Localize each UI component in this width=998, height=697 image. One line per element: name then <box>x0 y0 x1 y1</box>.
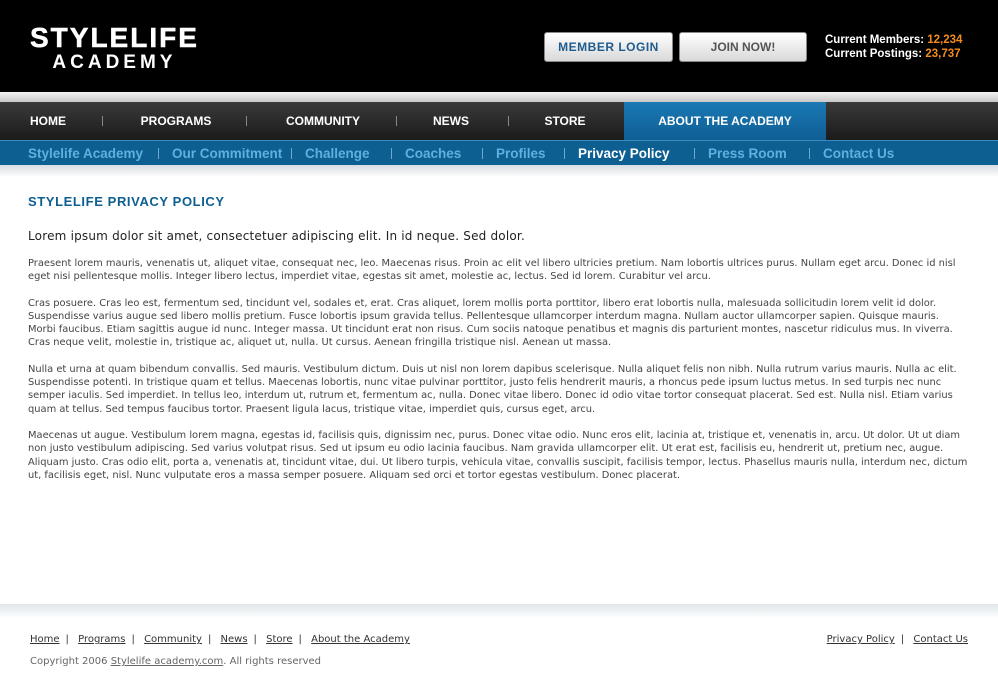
body-paragraph: Cras posuere. Cras leo est, fermentum se… <box>28 297 953 349</box>
nav-shadow <box>0 165 998 177</box>
copyright-suffix: . All rights reserved <box>223 656 322 667</box>
site-stats: Current Members: 12,234 Current Postings… <box>825 33 962 61</box>
site-logo[interactable]: STYLELIFE ACADEMY <box>30 22 199 73</box>
footer-nav: Home | Programs | Community | News | Store | … <box>30 634 410 645</box>
members-label: Current Members: <box>825 34 925 46</box>
postings-label: Current Postings: <box>825 48 923 60</box>
main-nav-separator <box>246 116 247 126</box>
copyright-prefix: Copyright 2006 <box>30 656 108 667</box>
footer-separator: | <box>253 634 257 645</box>
sub-nav-separator <box>564 148 565 159</box>
members-stat: Current Members: 12,234 <box>825 33 962 47</box>
sub-nav-profiles[interactable]: Profiles <box>496 141 546 165</box>
main-nav-about[interactable]: ABOUT THE ACADEMY <box>624 102 826 140</box>
main-nav-separator <box>102 116 103 126</box>
main-content: STYLELIFE PRIVACY POLICY Lorem ipsum dol… <box>28 194 968 482</box>
footer-separator: | <box>65 634 69 645</box>
main-nav-programs[interactable]: PROGRAMS <box>108 102 244 140</box>
footer-divider <box>0 604 998 618</box>
sub-nav-press-room[interactable]: Press Room <box>708 141 787 165</box>
copyright-link[interactable]: Stylelife academy.com <box>111 656 224 667</box>
main-nav-separator <box>508 116 509 126</box>
footer-separator: | <box>298 634 302 645</box>
sub-nav-challenge[interactable]: Challenge <box>305 141 370 165</box>
sub-nav-separator <box>694 148 695 159</box>
sub-nav-separator <box>809 148 810 159</box>
member-login-button[interactable]: MEMBER LOGIN <box>544 32 673 62</box>
postings-stat: Current Postings: 23,737 <box>825 47 962 61</box>
sub-nav-separator <box>158 148 159 159</box>
footer-link-store[interactable]: Store <box>266 634 292 645</box>
logo-line1: STYLELIFE <box>30 22 199 53</box>
site-header: STYLELIFE ACADEMY MEMBER LOGIN JOIN NOW!… <box>0 0 998 92</box>
footer-link-about[interactable]: About the Academy <box>311 634 410 645</box>
sub-nav: Stylelife Academy Our Commitment Challen… <box>0 140 998 165</box>
main-nav: HOME PROGRAMS COMMUNITY NEWS STORE ABOUT… <box>0 102 998 140</box>
footer-link-news[interactable]: News <box>221 634 248 645</box>
page-title: STYLELIFE PRIVACY POLICY <box>28 194 225 209</box>
footer-separator: | <box>207 634 212 645</box>
footer-link-contact-us[interactable]: Contact Us <box>913 634 968 645</box>
body-paragraph: Maecenas ut augue. Vestibulum lorem magn… <box>28 429 968 481</box>
body-paragraph: Nulla et urna at quam bibendum convallis… <box>28 363 957 415</box>
footer-separator: | <box>131 634 135 645</box>
footer-link-programs[interactable]: Programs <box>78 634 125 645</box>
sub-nav-stylelife-academy[interactable]: Stylelife Academy <box>28 141 143 165</box>
footer-right-nav: Privacy Policy | Contact Us <box>827 634 968 645</box>
main-nav-home[interactable]: HOME <box>0 102 96 140</box>
main-nav-store[interactable]: STORE <box>514 102 616 140</box>
main-nav-separator <box>396 116 397 126</box>
header-divider <box>0 92 998 102</box>
sub-nav-separator <box>482 148 483 159</box>
lead-text: Lorem ipsum dolor sit amet, consectetuer… <box>28 229 525 243</box>
members-value: 12,234 <box>927 34 963 46</box>
main-nav-news[interactable]: NEWS <box>402 102 500 140</box>
postings-value: 23,737 <box>925 48 961 60</box>
main-nav-community[interactable]: COMMUNITY <box>252 102 394 140</box>
sub-nav-separator <box>291 148 292 159</box>
footer-separator: | <box>900 634 905 645</box>
logo-line2: ACADEMY <box>52 52 177 73</box>
sub-nav-coaches[interactable]: Coaches <box>405 141 461 165</box>
sub-nav-separator <box>391 148 392 159</box>
footer-link-privacy-policy[interactable]: Privacy Policy <box>827 634 895 645</box>
sub-nav-contact-us[interactable]: Contact Us <box>823 141 894 165</box>
sub-nav-privacy-policy[interactable]: Privacy Policy <box>578 141 670 165</box>
body-paragraph: Praesent lorem mauris, venenatis ut, ali… <box>28 258 956 283</box>
copyright: Copyright 2006 Stylelife academy.com. Al… <box>30 656 321 667</box>
footer-link-community[interactable]: Community <box>144 634 202 645</box>
footer-link-home[interactable]: Home <box>30 634 60 645</box>
sub-nav-our-commitment[interactable]: Our Commitment <box>172 141 282 165</box>
join-now-button[interactable]: JOIN NOW! <box>679 32 807 62</box>
